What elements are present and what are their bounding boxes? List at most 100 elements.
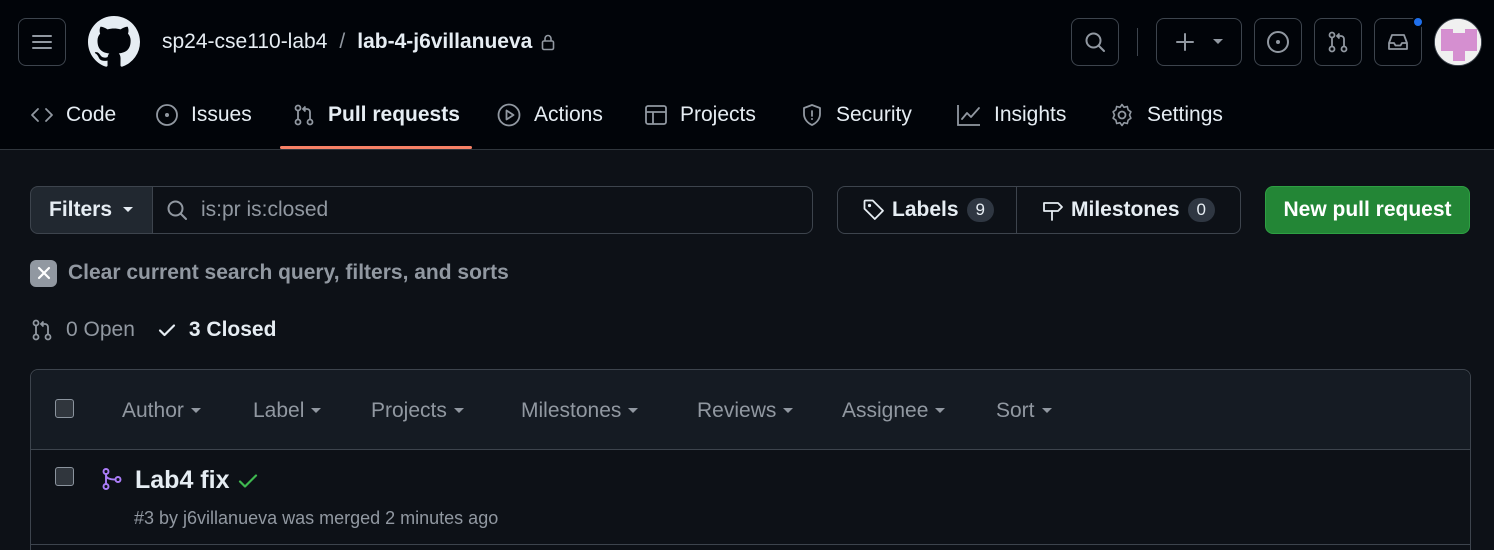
tab-label: Actions: [534, 103, 603, 126]
milestones-count-badge: 0: [1187, 198, 1215, 222]
assignee-filter-label: Assignee: [842, 399, 929, 422]
check-icon: [157, 320, 177, 340]
reviews-filter-label: Reviews: [697, 399, 777, 422]
breadcrumb-repo-link[interactable]: lab-4-j6villanueva: [357, 30, 532, 54]
gear-icon: [1109, 102, 1135, 128]
issue-opened-icon: [1267, 31, 1289, 53]
closed-prs-link[interactable]: 3 Closed: [157, 318, 277, 342]
shield-icon: [800, 103, 824, 127]
sort-dropdown[interactable]: Sort: [996, 398, 1053, 424]
triangle-down-icon: [122, 206, 134, 214]
closed-prs-label: 3 Closed: [188, 318, 277, 341]
lock-icon: [540, 33, 556, 51]
labels-milestones-group: Labels 9 Milestones 0: [837, 186, 1241, 234]
tab-label: Projects: [680, 103, 756, 126]
plus-icon: [1176, 33, 1194, 51]
tab-security[interactable]: Security: [800, 90, 912, 140]
new-pull-request-button[interactable]: New pull request: [1265, 186, 1470, 234]
table-row: Lab4 fix: [31, 450, 1470, 545]
triangle-down-icon: [190, 407, 202, 415]
git-merge-icon: [101, 467, 123, 491]
table-icon: [644, 103, 668, 127]
labels-label: Labels: [892, 198, 959, 221]
search-field: [152, 186, 813, 234]
search-input[interactable]: [201, 198, 761, 222]
pr-title-line: Lab4 fix: [135, 466, 259, 495]
tab-issues[interactable]: Issues: [155, 90, 252, 140]
git-pull-request-icon: [30, 318, 54, 342]
reviews-filter-dropdown[interactable]: Reviews: [697, 398, 794, 424]
tab-label: Pull requests: [328, 103, 460, 126]
issue-opened-icon: [155, 103, 179, 127]
avatar-identicon-icon: [1435, 19, 1481, 65]
row-select-checkbox[interactable]: [55, 467, 74, 486]
code-icon: [30, 103, 54, 127]
git-pull-request-icon: [292, 103, 316, 127]
close-icon: [30, 259, 57, 287]
notification-indicator: [1412, 16, 1424, 28]
tab-insights[interactable]: Insights: [956, 90, 1066, 140]
inbox-icon: [1388, 34, 1408, 50]
triangle-down-icon: [310, 407, 322, 415]
pr-title-link[interactable]: Lab4 fix: [135, 466, 229, 495]
tab-label: Code: [66, 103, 117, 126]
milestones-filter-dropdown[interactable]: Milestones: [521, 398, 639, 424]
header-divider: [1137, 28, 1138, 56]
assignee-filter-dropdown[interactable]: Assignee: [842, 398, 946, 424]
label-filter-dropdown[interactable]: Label: [253, 398, 322, 424]
check-icon[interactable]: [237, 470, 259, 492]
select-all-checkbox[interactable]: [55, 399, 74, 418]
issues-button[interactable]: [1254, 18, 1302, 66]
open-prs-label: 0 Open: [66, 318, 135, 341]
milestones-button[interactable]: Milestones 0: [1016, 187, 1237, 233]
tab-code[interactable]: Code: [30, 90, 116, 140]
menu-button[interactable]: [18, 18, 66, 66]
labels-button[interactable]: Labels 9: [838, 187, 1016, 233]
sort-label: Sort: [996, 399, 1035, 422]
projects-filter-dropdown[interactable]: Projects: [371, 398, 465, 424]
triangle-down-icon: [934, 407, 946, 415]
tab-label: Security: [836, 103, 912, 126]
author-filter-dropdown[interactable]: Author: [122, 398, 202, 424]
create-new-button[interactable]: [1156, 18, 1242, 66]
pull-requests-button[interactable]: [1314, 18, 1362, 66]
open-prs-link[interactable]: 0 Open: [30, 318, 135, 342]
labels-count-badge: 9: [966, 198, 994, 222]
graph-icon: [956, 103, 982, 127]
list-header: Author Label Projects Milestones Reviews…: [31, 370, 1470, 450]
tab-actions[interactable]: Actions: [496, 90, 603, 140]
github-logo-icon[interactable]: [88, 16, 140, 68]
triangle-down-icon: [782, 407, 794, 415]
global-header: sp24-cse110-lab4 / lab-4-j6villanueva Co…: [0, 0, 1494, 150]
breadcrumb-separator: /: [339, 30, 346, 53]
avatar[interactable]: [1434, 18, 1482, 66]
breadcrumb: sp24-cse110-lab4 / lab-4-j6villanueva: [162, 28, 556, 56]
git-pull-request-icon: [1328, 31, 1348, 53]
author-filter-label: Author: [122, 399, 184, 422]
clear-search-label: Clear current search query, filters, and…: [68, 261, 509, 284]
tab-projects[interactable]: Projects: [644, 90, 756, 140]
search-icon: [165, 198, 189, 222]
tab-label: Issues: [191, 103, 252, 126]
breadcrumb-owner-link[interactable]: sp24-cse110-lab4: [162, 30, 327, 54]
milestones-filter-label: Milestones: [521, 399, 622, 422]
clear-search-link[interactable]: Clear current search query, filters, and…: [30, 258, 509, 288]
filters-label: Filters: [49, 198, 113, 221]
hamburger-icon: [32, 35, 52, 49]
tab-label: Insights: [994, 103, 1067, 126]
pr-state-toggle: 0 Open 3 Closed: [30, 314, 276, 346]
tab-settings[interactable]: Settings: [1109, 90, 1223, 140]
filters-dropdown-button[interactable]: Filters: [30, 186, 153, 234]
triangle-down-icon: [627, 407, 639, 415]
milestone-icon: [1041, 198, 1065, 222]
tab-pull-requests[interactable]: Pull requests: [292, 90, 460, 140]
tab-label: Settings: [1147, 103, 1223, 126]
search-icon: [1085, 32, 1105, 52]
search-button[interactable]: [1071, 18, 1119, 66]
selected-tab-indicator: [280, 146, 472, 149]
triangle-down-icon: [1213, 39, 1223, 44]
milestones-label: Milestones: [1071, 198, 1180, 221]
tag-icon: [862, 198, 886, 222]
triangle-down-icon: [453, 407, 465, 415]
repo-tabs: Code Issues Pull requests Actions Projec…: [0, 90, 1494, 150]
